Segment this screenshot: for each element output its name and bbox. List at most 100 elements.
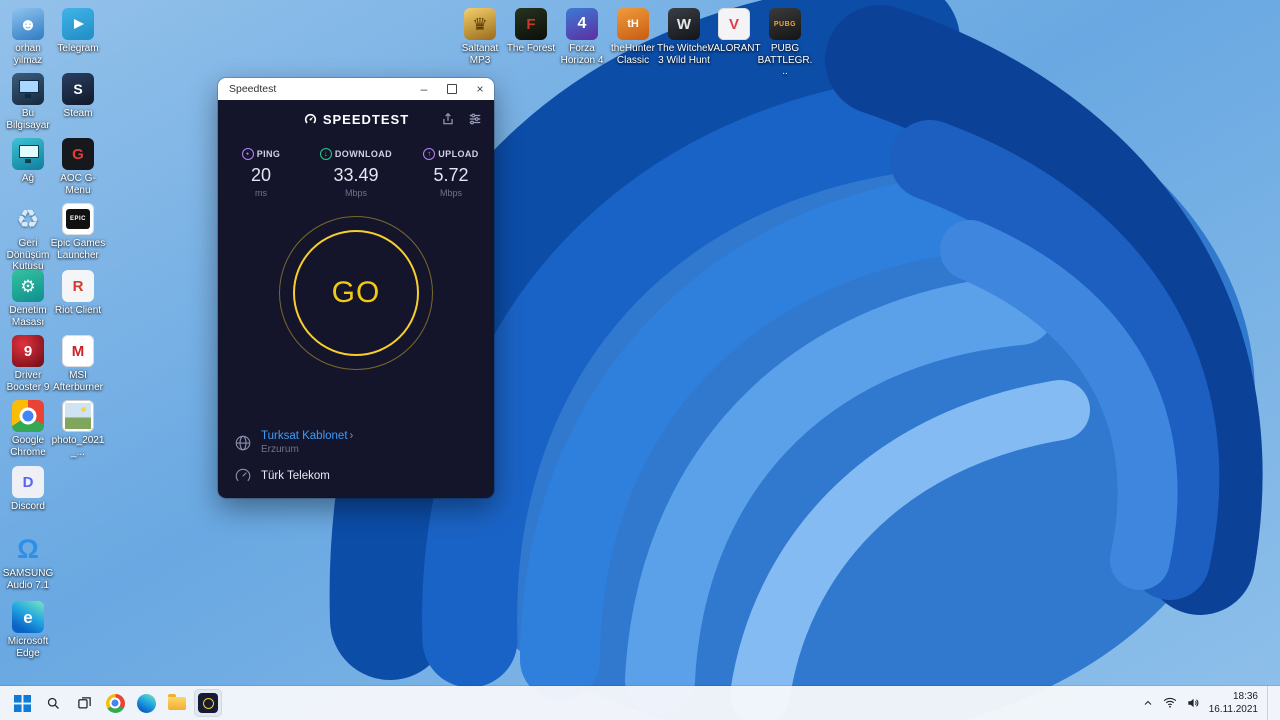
taskbar-speedtest-button[interactable] [194,689,222,717]
ping-value: 20 [230,165,292,186]
download-stat: ↓DOWNLOAD 33.49 Mbps [320,148,392,198]
icon-label: Driver Booster 9 [0,370,56,393]
chevron-right-icon: › [350,430,354,442]
windows-logo-icon [14,695,31,712]
icon-label: Steam [50,108,106,120]
go-button-ring: GO [279,216,433,370]
icon-label: PUBG BATTLEGR... [757,43,813,78]
maximize-button[interactable] [438,78,466,100]
network-tray-button[interactable] [1163,686,1177,720]
hidden-icons-button[interactable] [1142,686,1154,720]
desktop-icon-telegram[interactable]: Telegram [50,8,106,55]
icon-label: The Forest [503,43,559,55]
system-tray: 18:36 16.11.2021 [1142,686,1280,720]
settings-icon[interactable] [468,112,482,126]
desktop-icon-pubg[interactable]: PUBG PUBG BATTLEGR... [757,8,813,78]
desktop-icon-saltanat[interactable]: ♛ Saltanat MP3 [452,8,508,66]
icon-label: Geri Dönüşüm Kutusu [0,238,56,273]
download-label: DOWNLOAD [335,149,392,159]
server-gauge-icon [234,467,252,485]
desktop-icon-forza-horizon[interactable]: 4 Forza Horizon 4 [554,8,610,66]
steam-icon: S [73,82,82,96]
upload-label: UPLOAD [438,149,478,159]
server-row[interactable]: Türk Telekom [234,467,478,485]
desktop-icon-epic-games[interactable]: EPIC Epic Games Launcher [50,203,106,261]
desktop-icon-steam[interactable]: S Steam [50,73,106,120]
epic-games-icon: EPIC [66,209,90,229]
icon-label: photo_2021_... [50,435,106,458]
desktop-icon-thehunter[interactable]: tH theHunter Classic [605,8,661,66]
riot-client-icon: R [73,279,84,294]
file-explorer-icon [168,697,186,710]
valorant-icon: V [729,17,739,32]
headphones-icon: Ω [17,536,39,563]
icon-label: Ağ [0,173,56,185]
desktop-icon-network[interactable]: Ağ [0,138,56,185]
desktop-icon-msi-afterburner[interactable]: M MSI Afterburner [50,335,106,393]
forza-horizon-icon: 4 [578,16,587,32]
speedtest-body: SPEEDTEST [218,100,494,498]
icon-label: SAMSUNG Audio 7.1 [0,568,56,591]
desktop-icon-user-folder[interactable]: ☻ orhan yilmaz [0,8,56,66]
desktop-icon-edge[interactable]: e Microsoft Edge [0,601,56,659]
desktop-icon-discord[interactable]: D Discord [0,466,56,513]
taskbar-file-explorer-button[interactable] [163,689,191,717]
isp-name[interactable]: Turksat Kablonet [261,430,348,442]
desktop-icon-recycle-bin[interactable]: ♻ Geri Dönüşüm Kutusu [0,203,56,273]
icon-label: Discord [0,501,56,513]
taskbar-chrome-button[interactable] [101,689,129,717]
isp-row[interactable]: Turksat Kablonet› Erzurum [234,430,478,455]
icon-label: The Witcher 3 Wild Hunt [656,43,712,66]
minimize-button[interactable]: – [410,78,438,100]
desktop-icon-witcher3[interactable]: W The Witcher 3 Wild Hunt [656,8,712,66]
desktop-icon-samsung-audio[interactable]: Ω SAMSUNG Audio 7.1 [0,533,56,591]
icon-label: Riot Client [50,305,106,317]
desktop-icon-chrome[interactable]: Google Chrome [0,400,56,458]
the-forest-icon: F [526,17,535,32]
desktop-icon-control-panel[interactable]: ⚙ Denetim Masası [0,270,56,328]
chrome-icon [106,694,125,713]
taskbar-clock[interactable]: 18:36 16.11.2021 [1209,690,1258,716]
desktop-icon-driver-booster[interactable]: 9 Driver Booster 9 [0,335,56,393]
desktop-icon-aoc-gmenu[interactable]: G AOC G-Menu [50,138,106,196]
thehunter-icon: tH [627,19,639,30]
taskbar-edge-button[interactable] [132,689,160,717]
desktop-icon-riot-client[interactable]: R Riot Client [50,270,106,317]
chevron-up-icon [1142,697,1154,709]
close-button[interactable]: × [466,78,494,100]
speaker-icon [1186,696,1200,710]
desktop-icon-valorant[interactable]: V VALORANT [706,8,762,55]
control-panel-icon: ⚙ [20,278,35,295]
icon-label: Saltanat MP3 [452,43,508,66]
desktop-icon-this-pc[interactable]: Bu Bilgisayar [0,73,56,131]
clock-date: 16.11.2021 [1209,703,1258,716]
icon-label: Microsoft Edge [0,636,56,659]
desktop-icon-the-forest[interactable]: F The Forest [503,8,559,55]
globe-icon [234,434,252,452]
window-controls: – × [410,78,494,100]
share-icon[interactable] [441,112,455,126]
clock-time: 18:36 [1209,690,1258,703]
ping-icon: ● [242,148,254,160]
show-desktop-button[interactable] [1267,686,1272,720]
go-button[interactable]: GO [293,230,419,356]
ping-label: PING [257,149,281,159]
msi-afterburner-icon: M [72,344,85,359]
aoc-gmenu-icon: G [72,147,84,162]
edge-icon [137,694,156,713]
icon-label: AOC G-Menu [50,173,106,196]
ping-unit: ms [230,188,292,198]
window-titlebar[interactable]: Speedtest – × [218,78,494,100]
download-unit: Mbps [320,188,392,198]
icon-label: theHunter Classic [605,43,661,66]
upload-value: 5.72 [420,165,482,186]
wifi-icon [1163,696,1177,710]
task-view-icon [77,696,92,711]
icon-label: Telegram [50,43,106,55]
start-button[interactable] [8,689,36,717]
volume-tray-button[interactable] [1186,686,1200,720]
desktop-icon-photo-file[interactable]: photo_2021_... [50,400,106,458]
search-button[interactable] [39,689,67,717]
task-view-button[interactable] [70,689,98,717]
driver-booster-icon: 9 [24,344,32,359]
